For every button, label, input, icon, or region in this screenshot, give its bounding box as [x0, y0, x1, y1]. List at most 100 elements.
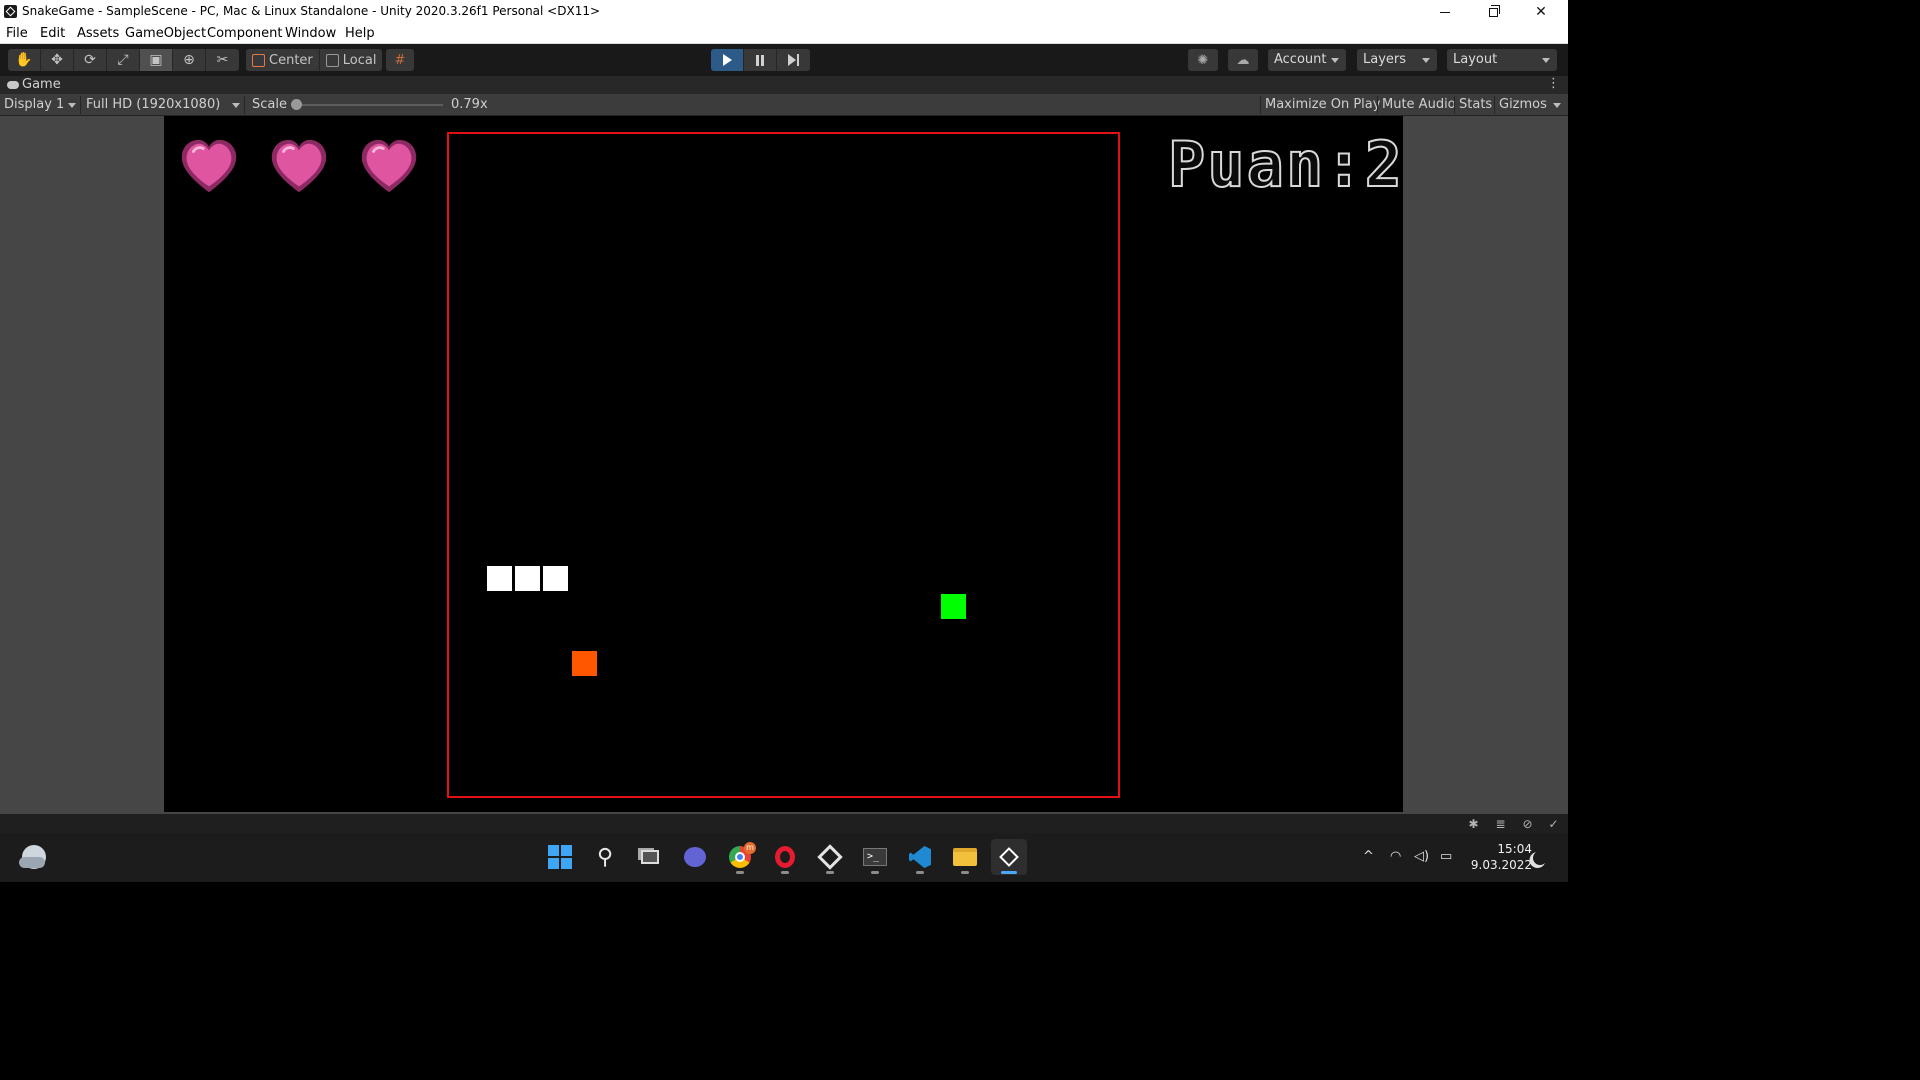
heart-life-icon [361, 139, 417, 193]
windows-taskbar: ⚲ m >_ ^ ◠ ◁) ▭ 15:04 9.03.2022 [0, 833, 1568, 882]
collab-icon[interactable]: ✺ [1188, 49, 1218, 71]
pivot-mode-label: Center [269, 52, 313, 68]
menu-edit[interactable]: Edit [40, 26, 65, 41]
separator [244, 96, 245, 114]
minimize-icon[interactable] [1422, 0, 1468, 24]
chevron-down-icon[interactable] [1553, 103, 1561, 108]
chevron-down-icon [1331, 58, 1339, 63]
terminal-icon[interactable]: >_ [857, 839, 893, 875]
snake-segment [487, 566, 512, 591]
menu-assets[interactable]: Assets [77, 26, 119, 41]
move-tool-icon[interactable]: ✥ [41, 49, 74, 71]
account-label: Account [1274, 52, 1327, 67]
check-icon[interactable]: ✓ [1545, 815, 1562, 832]
pivot-center-icon [252, 53, 265, 67]
tab-game[interactable]: Game [7, 77, 61, 92]
gizmos-toggle[interactable]: Gizmos [1499, 97, 1547, 112]
custom-tool-icon[interactable]: ✂ [206, 49, 239, 71]
chrome-icon[interactable]: m [722, 839, 758, 875]
play-button[interactable] [711, 49, 744, 71]
scale-value: 0.79x [451, 97, 488, 112]
menu-help[interactable]: Help [345, 26, 375, 41]
step-button[interactable] [777, 49, 810, 71]
separator [1260, 96, 1261, 114]
game-tab-bar: Game ⋮ [0, 76, 1568, 94]
chevron-down-icon [1422, 58, 1430, 63]
food-green [941, 594, 966, 619]
pause-icon [756, 54, 764, 66]
menu-window[interactable]: Window [285, 26, 336, 41]
file-explorer-icon[interactable] [947, 839, 983, 875]
search-icon[interactable]: ⚲ [587, 839, 623, 875]
layers-dropdown[interactable]: Layers [1357, 49, 1437, 71]
transform-tools: ✋ ✥ ⟳ ⤢ ▣ ⊕ ✂ [8, 49, 239, 71]
pause-button[interactable] [744, 49, 777, 71]
cloud-icon[interactable]: ☁ [1228, 49, 1258, 71]
heart-life-icon [271, 139, 327, 193]
layers-stack-icon[interactable]: ≣ [1492, 815, 1509, 832]
separator [1377, 96, 1378, 114]
chevron-down-icon [232, 103, 240, 108]
task-view-icon[interactable] [632, 839, 668, 875]
window-title-bar: SnakeGame - SampleScene - PC, Mac & Linu… [0, 0, 1568, 24]
snake-segment [515, 566, 540, 591]
vscode-icon[interactable] [902, 839, 938, 875]
rect-tool-icon[interactable]: ▣ [140, 49, 173, 71]
clock-time: 15:04 [1497, 842, 1532, 856]
notification-badge: m [744, 842, 756, 854]
game-render-area[interactable]: Puan:2 [164, 116, 1403, 812]
battery-icon[interactable]: ▭ [1440, 849, 1452, 864]
snake-segment [543, 566, 568, 591]
unity-hub-icon[interactable] [812, 839, 848, 875]
cache-icon[interactable]: ⊘ [1519, 815, 1536, 832]
scale-tool-icon[interactable]: ⤢ [107, 49, 140, 71]
step-icon [788, 54, 799, 66]
close-icon[interactable]: ✕ [1518, 0, 1564, 24]
focus-assist-icon[interactable] [1531, 849, 1549, 867]
maximize-on-play-toggle[interactable]: Maximize On Play [1265, 97, 1380, 112]
weather-icon[interactable] [19, 845, 46, 869]
scale-slider-track[interactable] [297, 104, 443, 106]
menu-gameobject[interactable]: GameObject [125, 26, 206, 41]
game-view-toolbar: Display 1 Full HD (1920x1080) Scale 0.79… [0, 94, 1568, 116]
unity-icon [4, 5, 17, 18]
pivot-toggles: Center Local [246, 49, 383, 71]
chevron-up-icon[interactable]: ^ [1363, 849, 1374, 864]
heart-life-icon [181, 139, 237, 193]
menu-bar: File Edit Assets GameObject Component Wi… [0, 24, 1568, 44]
separator [80, 96, 81, 114]
window-title: SnakeGame - SampleScene - PC, Mac & Linu… [22, 4, 601, 18]
transform-tool-icon[interactable]: ⊕ [173, 49, 206, 71]
volume-icon[interactable]: ◁) [1414, 849, 1429, 864]
mute-audio-toggle[interactable]: Mute Audio [1382, 97, 1456, 112]
pivot-rotation-button[interactable]: Local [320, 49, 383, 71]
rotate-tool-icon[interactable]: ⟳ [74, 49, 107, 71]
unity-editor-icon[interactable] [991, 839, 1027, 875]
display-dropdown[interactable]: Display 1 [4, 97, 64, 112]
stats-toggle[interactable]: Stats [1459, 97, 1492, 112]
scale-slider-thumb[interactable] [291, 99, 302, 110]
chat-icon[interactable] [677, 839, 713, 875]
layout-dropdown[interactable]: Layout [1447, 49, 1557, 71]
gamepad-icon [7, 80, 19, 89]
opera-icon[interactable] [767, 839, 803, 875]
debug-icon[interactable]: ✱ [1465, 815, 1482, 832]
pivot-mode-button[interactable]: Center [246, 49, 320, 71]
more-options-icon[interactable]: ⋮ [1547, 76, 1560, 91]
grid-snap-icon[interactable]: # [386, 49, 414, 71]
start-icon[interactable] [542, 839, 578, 875]
play-icon [722, 54, 732, 66]
separator [1494, 96, 1495, 114]
playmode-controls [711, 49, 810, 71]
food-orange [572, 651, 597, 676]
maximize-icon[interactable] [1470, 0, 1516, 24]
account-dropdown[interactable]: Account [1268, 49, 1346, 71]
menu-component[interactable]: Component [207, 26, 282, 41]
resolution-dropdown[interactable]: Full HD (1920x1080) [86, 97, 220, 112]
system-clock[interactable]: 15:04 9.03.2022 [1466, 841, 1532, 873]
wifi-icon[interactable]: ◠ [1390, 849, 1401, 864]
hand-tool-icon[interactable]: ✋ [8, 49, 41, 71]
menu-file[interactable]: File [6, 26, 28, 41]
layout-label: Layout [1453, 52, 1498, 67]
pivot-rotation-label: Local [342, 52, 377, 68]
